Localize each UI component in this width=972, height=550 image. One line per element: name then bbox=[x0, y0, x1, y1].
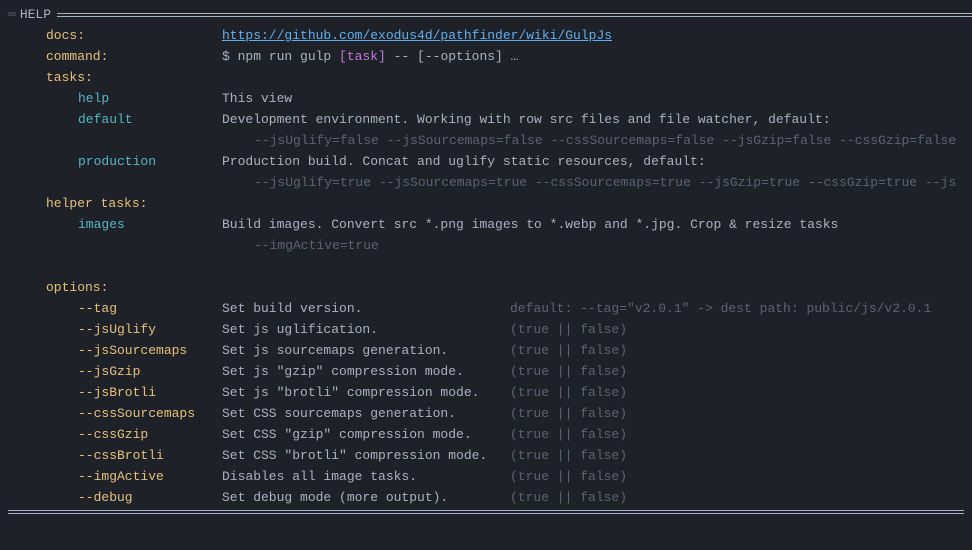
option-row: --debugSet debug mode (more output).(tru… bbox=[0, 487, 972, 508]
helper-tasks-label: helper tasks: bbox=[46, 193, 147, 214]
option-desc: Set js sourcemaps generation. bbox=[222, 340, 510, 361]
options-header-row: options: bbox=[0, 277, 972, 298]
command-task: [task] bbox=[339, 49, 386, 64]
header-line: ═ HELP bbox=[0, 0, 972, 25]
option-row: --imgActiveDisables all image tasks.(tru… bbox=[0, 466, 972, 487]
option-hint: (true || false) bbox=[510, 466, 627, 487]
command-row: command: $ npm run gulp [task] -- [--opt… bbox=[0, 46, 972, 67]
task-flags: --jsUglify=false --jsSourcemaps=false --… bbox=[0, 130, 972, 151]
option-name: --cssSourcemaps bbox=[78, 403, 222, 424]
task-row: default Development environment. Working… bbox=[0, 109, 972, 130]
options-label: options: bbox=[46, 277, 108, 298]
docs-link[interactable]: https://github.com/exodus4d/pathfinder/w… bbox=[222, 28, 612, 43]
option-desc: Set debug mode (more output). bbox=[222, 487, 510, 508]
task-desc: Development environment. Working with ro… bbox=[222, 109, 972, 130]
command-text: $ npm run gulp [task] -- [--options] … bbox=[222, 46, 972, 67]
option-hint: (true || false) bbox=[510, 487, 627, 508]
docs-row: docs: https://github.com/exodus4d/pathfi… bbox=[0, 25, 972, 46]
option-hint: (true || false) bbox=[510, 424, 627, 445]
footer-line bbox=[0, 508, 972, 512]
option-name: --cssBrotli bbox=[78, 445, 222, 466]
option-row: --jsUglifySet js uglification.(true || f… bbox=[0, 319, 972, 340]
tasks-header-row: tasks: bbox=[0, 67, 972, 88]
option-hint: (true || false) bbox=[510, 340, 627, 361]
option-hint: (true || false) bbox=[510, 382, 627, 403]
command-suffix: -- [--options] … bbox=[386, 49, 519, 64]
option-desc: Set CSS "gzip" compression mode. bbox=[222, 424, 510, 445]
option-row: --jsGzipSet js "gzip" compression mode.(… bbox=[0, 361, 972, 382]
tasks-label: tasks: bbox=[46, 67, 93, 88]
option-desc: Set js uglification. bbox=[222, 319, 510, 340]
option-name: --jsBrotli bbox=[78, 382, 222, 403]
task-name-images: images bbox=[78, 214, 222, 235]
option-desc: Set js "gzip" compression mode. bbox=[222, 361, 510, 382]
task-name-production: production bbox=[78, 151, 222, 172]
header-title: HELP bbox=[20, 4, 51, 25]
option-desc: Set build version. bbox=[222, 298, 510, 319]
option-row: --jsSourcemapsSet js sourcemaps generati… bbox=[0, 340, 972, 361]
option-row: --tagSet build version.default: --tag="v… bbox=[0, 298, 972, 319]
task-desc: Build images. Convert src *.png images t… bbox=[222, 214, 972, 235]
option-hint: (true || false) bbox=[510, 445, 627, 466]
option-hint: (true || false) bbox=[510, 319, 627, 340]
header-decor-left: ═ bbox=[0, 4, 20, 25]
task-row: production Production build. Concat and … bbox=[0, 151, 972, 172]
help-panel: ═ HELP docs: https://github.com/exodus4d… bbox=[0, 0, 972, 512]
option-name: --debug bbox=[78, 487, 222, 508]
task-row: images Build images. Convert src *.png i… bbox=[0, 214, 972, 235]
helper-tasks-header-row: helper tasks: bbox=[0, 193, 972, 214]
option-hint: default: --tag="v2.0.1" -> dest path: pu… bbox=[510, 298, 931, 319]
task-flags: --imgActive=true bbox=[0, 235, 972, 256]
option-desc: Set CSS sourcemaps generation. bbox=[222, 403, 510, 424]
task-name-default: default bbox=[78, 109, 222, 130]
option-desc: Set js "brotli" compression mode. bbox=[222, 382, 510, 403]
docs-label: docs: bbox=[46, 25, 222, 46]
task-desc: This view bbox=[222, 88, 972, 109]
option-name: --imgActive bbox=[78, 466, 222, 487]
option-row: --cssSourcemapsSet CSS sourcemaps genera… bbox=[0, 403, 972, 424]
task-row: help This view bbox=[0, 88, 972, 109]
option-row: --cssBrotliSet CSS "brotli" compression … bbox=[0, 445, 972, 466]
option-name: --jsGzip bbox=[78, 361, 222, 382]
option-hint: (true || false) bbox=[510, 361, 627, 382]
option-name: --jsUglify bbox=[78, 319, 222, 340]
option-row: --jsBrotliSet js "brotli" compression mo… bbox=[0, 382, 972, 403]
option-hint: (true || false) bbox=[510, 403, 627, 424]
option-desc: Disables all image tasks. bbox=[222, 466, 510, 487]
blank-line bbox=[0, 256, 972, 277]
task-name-help: help bbox=[78, 88, 222, 109]
task-desc: Production build. Concat and uglify stat… bbox=[222, 151, 972, 172]
option-desc: Set CSS "brotli" compression mode. bbox=[222, 445, 510, 466]
option-name: --tag bbox=[78, 298, 222, 319]
option-row: --cssGzipSet CSS "gzip" compression mode… bbox=[0, 424, 972, 445]
option-name: --jsSourcemaps bbox=[78, 340, 222, 361]
option-name: --cssGzip bbox=[78, 424, 222, 445]
task-flags: --jsUglify=true --jsSourcemaps=true --cs… bbox=[0, 172, 972, 193]
command-label: command: bbox=[46, 46, 222, 67]
command-prefix: $ npm run gulp bbox=[222, 49, 339, 64]
